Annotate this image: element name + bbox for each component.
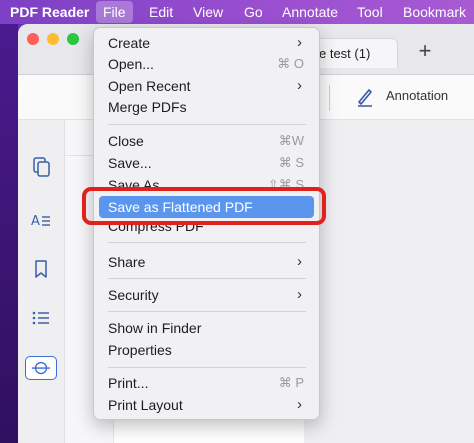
- toolbar-divider: [329, 85, 330, 111]
- outline-list-icon[interactable]: [30, 307, 52, 329]
- left-sidebar: A: [18, 120, 65, 443]
- chevron-right-icon: ›: [297, 34, 302, 51]
- menu-bar: PDF Reader File Edit View Go Annotate To…: [0, 0, 474, 24]
- menu-item-label: Open Recent: [108, 78, 191, 94]
- document-tab[interactable]: e test (1): [308, 38, 398, 68]
- shortcut-label: ⌘ O: [277, 56, 304, 71]
- menu-item-merge-pdfs[interactable]: Merge PDFs: [99, 96, 314, 118]
- menu-separator: [108, 242, 306, 243]
- annotation-button-label[interactable]: Annotation: [386, 88, 448, 103]
- app-menu[interactable]: PDF Reader: [3, 0, 96, 24]
- menu-item-share[interactable]: Share ›: [99, 251, 314, 273]
- menu-item-label: Share: [108, 254, 146, 270]
- desktop-background: [0, 24, 18, 443]
- annotation-pen-icon[interactable]: [355, 87, 375, 107]
- menu-separator: [108, 367, 306, 368]
- menu-go[interactable]: Go: [237, 0, 270, 24]
- menu-item-label: Close: [108, 133, 144, 149]
- text-outline-icon[interactable]: A: [30, 209, 52, 231]
- menu-separator: [108, 278, 306, 279]
- shortcut-label: ⌘ S: [278, 155, 304, 170]
- shortcut-label: ⌘W: [278, 133, 304, 148]
- shortcut-label: ⌘ P: [278, 375, 304, 390]
- document-background: [304, 120, 474, 443]
- menu-view[interactable]: View: [186, 0, 230, 24]
- menu-item-label: Print...: [108, 375, 149, 391]
- menu-item-open-recent[interactable]: Open Recent ›: [99, 75, 314, 97]
- menu-item-print-layout[interactable]: Print Layout ›: [99, 394, 314, 416]
- chevron-right-icon: ›: [297, 77, 302, 94]
- menu-item-open[interactable]: Open... ⌘ O: [99, 53, 314, 75]
- close-window-button[interactable]: [27, 33, 39, 45]
- menu-item-close[interactable]: Close ⌘W: [99, 130, 314, 152]
- chevron-right-icon: ›: [297, 253, 302, 270]
- svg-text:A: A: [31, 214, 40, 229]
- menu-item-label: Show in Finder: [108, 320, 202, 336]
- chevron-right-icon: ›: [297, 396, 302, 413]
- menu-bookmark[interactable]: Bookmark: [396, 0, 473, 24]
- menu-item-save[interactable]: Save... ⌘ S: [99, 152, 314, 174]
- shortcut-label: ⇧⌘ S: [267, 177, 304, 188]
- bookmark-icon[interactable]: [30, 258, 52, 280]
- menu-item-label: Print Layout: [108, 397, 183, 413]
- new-tab-button[interactable]: +: [414, 38, 436, 64]
- menu-item-label: Properties: [108, 342, 172, 358]
- thumbnails-icon[interactable]: [30, 156, 52, 178]
- menu-item-label: Save...: [108, 155, 152, 171]
- menu-item-security[interactable]: Security ›: [99, 284, 314, 306]
- menu-item-show-in-finder[interactable]: Show in Finder: [99, 317, 314, 339]
- menu-separator: [108, 124, 306, 125]
- menu-separator: [108, 311, 306, 312]
- menu-annotate[interactable]: Annotate: [275, 0, 345, 24]
- menu-file[interactable]: File: [96, 1, 133, 23]
- menu-item-label: Security: [108, 287, 159, 303]
- chevron-right-icon: ›: [297, 286, 302, 303]
- ocr-icon[interactable]: [25, 356, 57, 380]
- menu-tool[interactable]: Tool: [350, 0, 390, 24]
- minimize-window-button[interactable]: [47, 33, 59, 45]
- menu-item-create[interactable]: Create ›: [99, 32, 314, 54]
- menu-item-label: Create: [108, 35, 151, 51]
- zoom-window-button[interactable]: [67, 33, 79, 45]
- menu-item-properties[interactable]: Properties: [99, 339, 314, 361]
- menu-item-save-as[interactable]: Save As ⇧⌘ S: [99, 174, 314, 188]
- menu-item-label: Open...: [108, 56, 154, 72]
- highlight-callout-box: [82, 187, 326, 225]
- menu-item-label: Merge PDFs: [108, 99, 187, 115]
- menu-edit[interactable]: Edit: [142, 0, 180, 24]
- menu-item-print[interactable]: Print... ⌘ P: [99, 372, 314, 394]
